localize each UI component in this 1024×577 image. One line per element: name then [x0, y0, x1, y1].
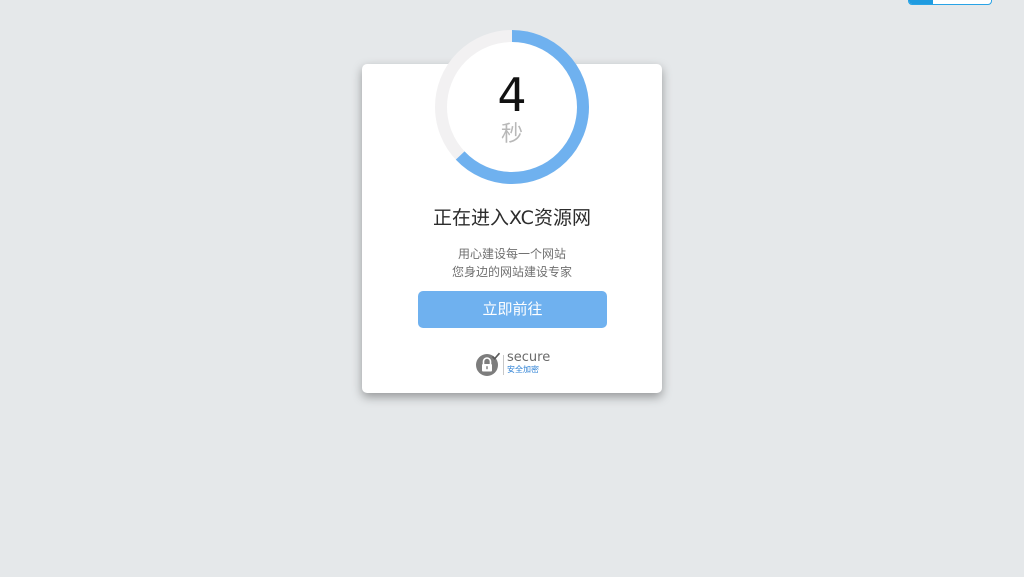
secure-divider [503, 355, 504, 375]
corner-toggle-fill [909, 0, 933, 4]
page-title: 正在进入XC资源网 [433, 207, 591, 229]
page: 4 秒 正在进入XC资源网 用心建设每一个网站 您身边的网站建设专家 立即前往 … [0, 0, 1024, 577]
secure-label: secure [507, 350, 551, 365]
go-now-button[interactable]: 立即前往 [418, 291, 607, 328]
subtitle-line-2: 您身边的网站建设专家 [451, 265, 572, 279]
countdown-number: 4 [497, 68, 527, 122]
corner-toggle[interactable] [908, 0, 992, 5]
countdown-unit: 秒 [500, 122, 523, 147]
secure-cn-label: 安全加密 [507, 365, 539, 374]
secure-badge: secure 安全加密 [475, 350, 565, 379]
subtitle-line-1: 用心建设每一个网站 [457, 247, 566, 261]
countdown-ring: 4 秒 [435, 30, 589, 184]
lock-check-icon [476, 352, 501, 376]
